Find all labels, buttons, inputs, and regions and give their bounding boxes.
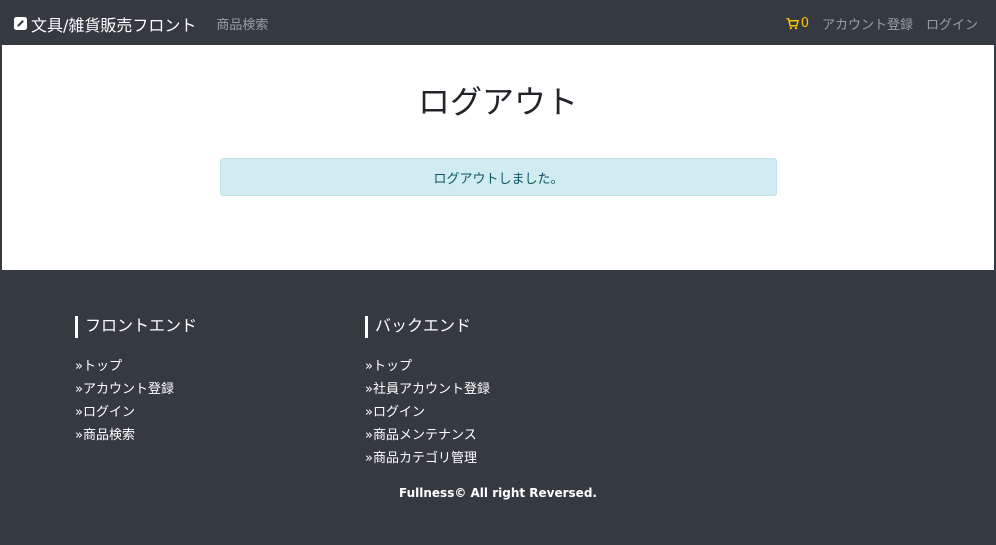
footer-frontend-links: »トップ »アカウント登録 »ログイン »商品検索 (75, 355, 197, 447)
footer-backend-heading: バックエンド (365, 316, 490, 338)
footer-link-front-login[interactable]: »ログイン (75, 401, 197, 424)
footer-link-back-product-maintenance[interactable]: »商品メンテナンス (365, 424, 490, 447)
alert-message: ログアウトしました。 (433, 171, 564, 187)
footer-frontend-column: フロントエンド »トップ »アカウント登録 »ログイン »商品検索 (75, 316, 197, 447)
footer-backend-column: バックエンド »トップ »社員アカウント登録 »ログイン »商品メンテナンス »… (365, 316, 490, 470)
footer-link-front-top[interactable]: »トップ (75, 355, 197, 378)
footer-link-front-register[interactable]: »アカウント登録 (75, 378, 197, 401)
footer-link-front-search[interactable]: »商品検索 (75, 424, 197, 447)
footer-frontend-heading: フロントエンド (75, 316, 197, 338)
cart-icon (786, 17, 799, 30)
footer-link-back-login[interactable]: »ログイン (365, 401, 490, 424)
cart-count: 0 (800, 16, 809, 31)
nav-register-link[interactable]: アカウント登録 (822, 14, 913, 33)
site-footer: フロントエンド »トップ »アカウント登録 »ログイン »商品検索 バックエンド… (2, 270, 994, 543)
browser-viewport: 文具/雑貨販売フロント 商品検索 0 アカウント登録 ログイン ログアウト ログ… (0, 0, 996, 545)
footer-backend-links: »トップ »社員アカウント登録 »ログイン »商品メンテナンス »商品カテゴリ管… (365, 355, 490, 470)
footer-link-back-top[interactable]: »トップ (365, 355, 490, 378)
logout-alert: ログアウトしました。 (220, 158, 777, 196)
nav-product-search-link[interactable]: 商品検索 (216, 14, 268, 33)
nav-login-link[interactable]: ログイン (926, 14, 978, 33)
nav-right-group: 0 アカウント登録 ログイン (786, 2, 978, 45)
cart-link[interactable]: 0 (786, 16, 809, 31)
brand-text: 文具/雑貨販売フロント (31, 15, 197, 35)
footer-copyright: Fullness© All right Reversed. (399, 486, 597, 500)
footer-link-back-category-management[interactable]: »商品カテゴリ管理 (365, 447, 490, 470)
page-title: ログアウト (417, 83, 578, 121)
footer-link-back-employee-register[interactable]: »社員アカウント登録 (365, 378, 490, 401)
top-navbar: 文具/雑貨販売フロント 商品検索 0 アカウント登録 ログイン (2, 2, 994, 45)
main-content: ログアウト ログアウトしました。 (2, 45, 994, 270)
pencil-square-icon (14, 17, 27, 30)
brand-link[interactable]: 文具/雑貨販売フロント (14, 12, 196, 36)
